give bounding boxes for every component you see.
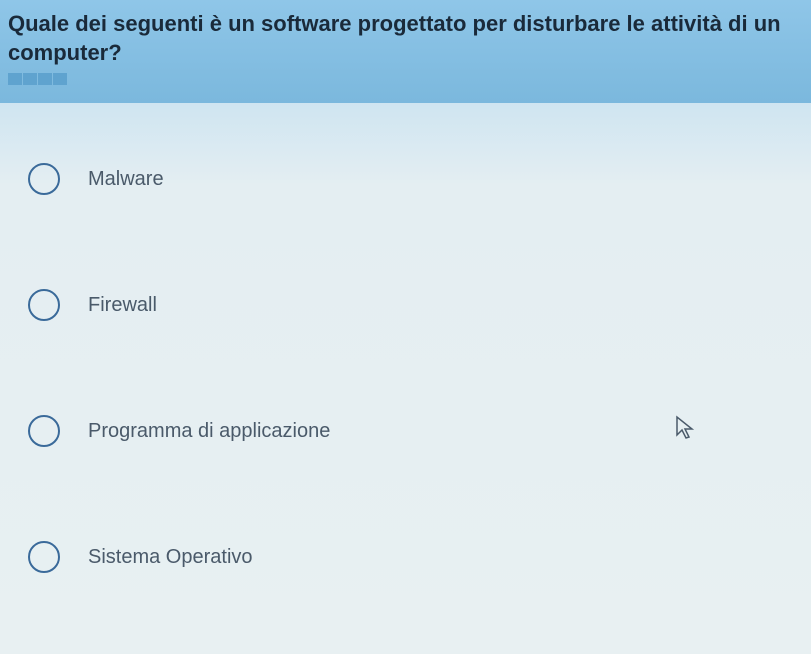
question-text: Quale dei seguenti è un software progett… <box>8 10 803 67</box>
progress-segment <box>8 73 22 85</box>
option-label: Sistema Operativo <box>88 546 253 569</box>
option-programma-di-applicazione[interactable]: Programma di applicazione <box>28 415 811 447</box>
option-firewall[interactable]: Firewall <box>28 289 811 321</box>
progress-segment <box>38 73 52 85</box>
progress-bar <box>8 73 803 85</box>
radio-icon <box>28 163 60 195</box>
option-sistema-operativo[interactable]: Sistema Operativo <box>28 541 811 573</box>
options-area: Malware Firewall Programma di applicazio… <box>0 103 811 654</box>
progress-segment <box>53 73 67 85</box>
option-label: Firewall <box>88 294 157 317</box>
question-header: Quale dei seguenti è un software progett… <box>0 0 811 103</box>
radio-icon <box>28 541 60 573</box>
progress-segment <box>23 73 37 85</box>
radio-icon <box>28 289 60 321</box>
option-label: Malware <box>88 168 164 191</box>
option-malware[interactable]: Malware <box>28 163 811 195</box>
radio-icon <box>28 415 60 447</box>
option-label: Programma di applicazione <box>88 420 330 443</box>
